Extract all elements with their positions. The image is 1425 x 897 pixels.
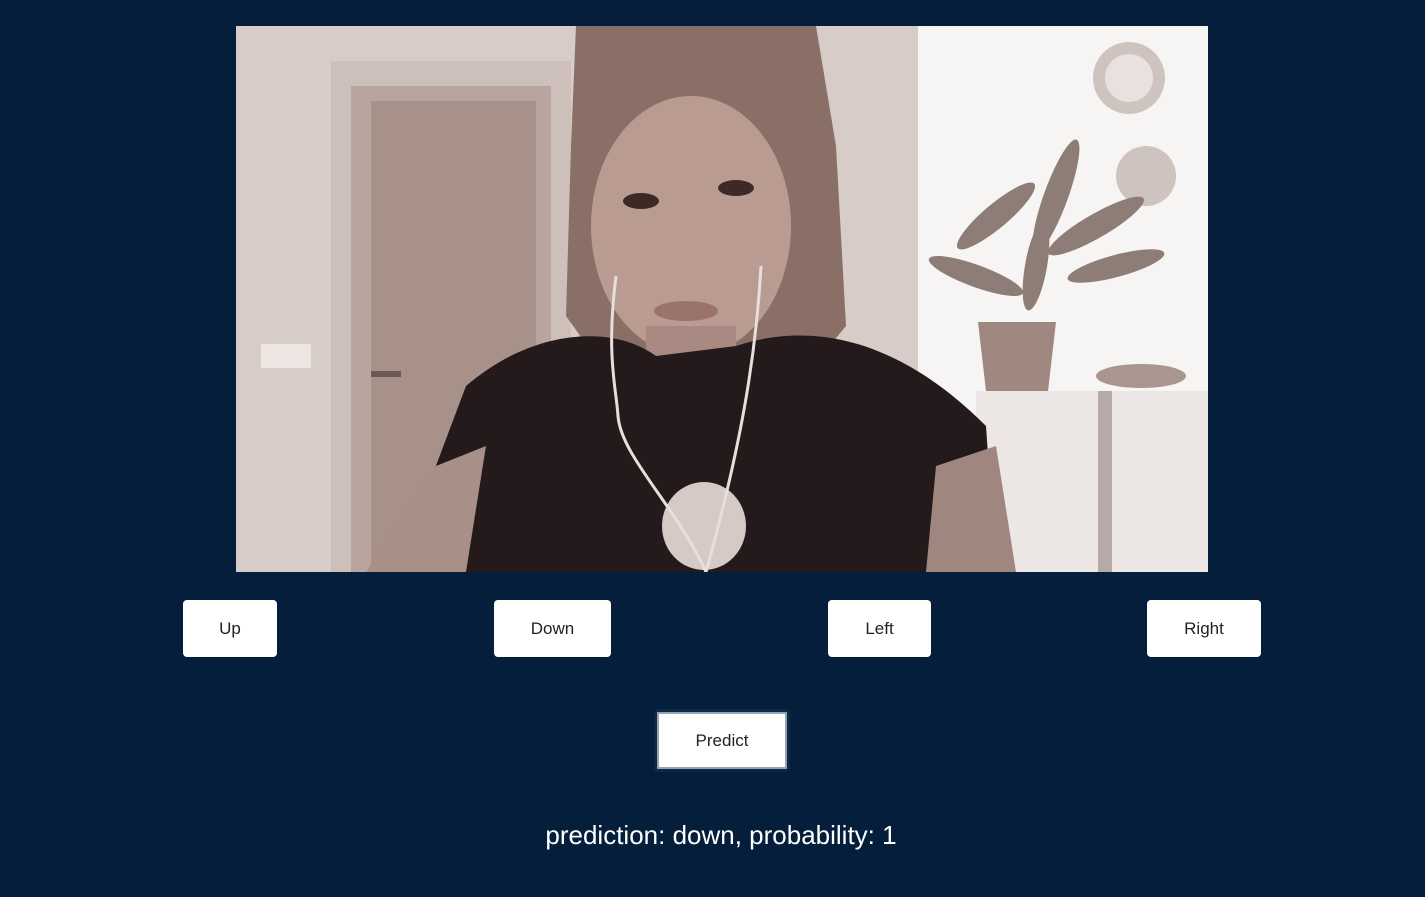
predict-button[interactable]: Predict	[654, 709, 790, 772]
right-button[interactable]: Right	[1147, 600, 1261, 657]
page: Up Down Left Right Predict prediction: d…	[0, 0, 1425, 897]
down-button[interactable]: Down	[494, 600, 611, 657]
webcam-video	[236, 26, 1208, 572]
webcam-frame-image	[236, 26, 1208, 572]
up-button[interactable]: Up	[183, 600, 277, 657]
prediction-result: prediction: down, probability: 1	[545, 820, 897, 850]
left-button[interactable]: Left	[828, 600, 931, 657]
